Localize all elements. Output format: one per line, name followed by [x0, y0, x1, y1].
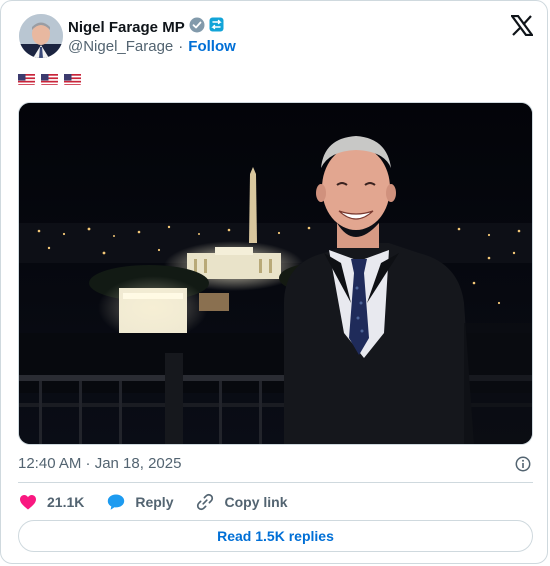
author-handle[interactable]: @Nigel_Farage	[68, 38, 173, 55]
heart-icon	[20, 495, 36, 510]
us-flag-icon	[18, 73, 35, 85]
verified-badge-icon	[189, 17, 205, 38]
avatar[interactable]	[19, 14, 63, 58]
tweet-text	[18, 73, 81, 85]
copy-link-button[interactable]: Copy link	[195, 492, 288, 512]
action-bar: 21.1K Reply Copy link	[18, 491, 288, 513]
copy-link-label: Copy link	[224, 494, 288, 510]
tweet-card: Nigel Farage MP @Nigel_Farage · Follow 1…	[0, 0, 548, 564]
reply-button[interactable]: Reply	[106, 492, 173, 512]
read-replies-label: Read 1.5K replies	[217, 528, 334, 544]
speech-bubble-icon	[108, 494, 125, 510]
tweet-photo[interactable]	[18, 102, 533, 445]
us-flag-icon	[41, 73, 58, 85]
link-icon	[197, 493, 214, 511]
author-handle-row: @Nigel_Farage · Follow	[68, 37, 236, 56]
info-icon[interactable]	[515, 456, 531, 472]
separator-dot: ·	[178, 38, 184, 55]
author-name-row: Nigel Farage MP	[68, 17, 224, 37]
x-logo-icon[interactable]	[509, 14, 535, 37]
like-count: 21.1K	[47, 494, 85, 510]
reply-label: Reply	[135, 494, 174, 510]
follow-button[interactable]: Follow	[188, 38, 236, 55]
divider	[18, 482, 533, 483]
like-button[interactable]: 21.1K	[18, 492, 84, 512]
author-name[interactable]: Nigel Farage MP	[68, 19, 185, 36]
affiliate-badge-icon	[209, 17, 224, 37]
tweet-timestamp[interactable]: 12:40 AM · Jan 18, 2025	[18, 455, 181, 473]
us-flag-icon	[64, 73, 81, 85]
read-replies-button[interactable]: Read 1.5K replies	[18, 520, 533, 552]
